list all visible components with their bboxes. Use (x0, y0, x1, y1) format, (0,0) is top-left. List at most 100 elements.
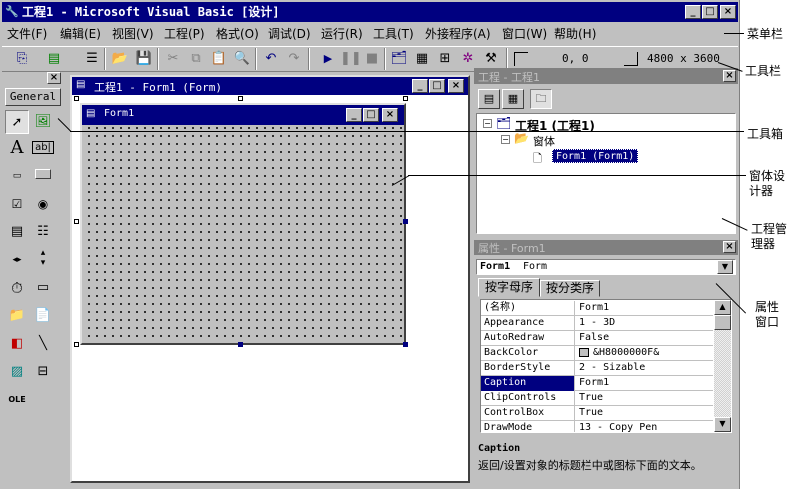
menu-run[interactable]: 运行(R) (321, 25, 363, 43)
tree-expander[interactable]: − (483, 119, 492, 128)
leader-line (724, 33, 744, 34)
property-row[interactable]: DrawMode 13 - Copy Pen (481, 421, 713, 432)
run-icon[interactable]: ▶ (318, 49, 338, 69)
menu-project[interactable]: 工程(P) (164, 25, 205, 43)
menu-window[interactable]: 窗口(W) (502, 25, 547, 43)
open-icon[interactable]: 📂 (110, 49, 130, 69)
label-icon[interactable]: A (5, 136, 29, 160)
drivelistbox-icon[interactable]: ▭ (31, 276, 55, 300)
line-icon[interactable]: ╲ (31, 332, 55, 356)
scroll-down-icon[interactable]: ▼ (714, 417, 731, 432)
property-value[interactable]: Form1 (576, 301, 712, 316)
vscrollbar-icon[interactable]: ▴ ▾ (31, 248, 55, 272)
property-row[interactable]: BackColor &H8000000F& (481, 346, 713, 361)
dirlistbox-icon[interactable]: 📁 (5, 304, 29, 328)
toolbox-icon[interactable]: ⚒ (481, 49, 501, 69)
checkbox-icon[interactable]: ☑ (5, 192, 29, 216)
menu-format[interactable]: 格式(O) (216, 25, 259, 43)
property-value[interactable]: 2 - Sizable (576, 361, 712, 376)
menu-help[interactable]: 帮助(H) (554, 25, 596, 43)
property-row[interactable]: Caption Form1 (481, 376, 713, 391)
menu-file[interactable]: 文件(F) (7, 25, 47, 43)
view-object-button[interactable]: ▦ (502, 89, 524, 109)
toolbar-separator (104, 48, 106, 70)
menu-edit[interactable]: 编辑(E) (60, 25, 101, 43)
find-icon[interactable]: 🔍 (232, 49, 252, 69)
designer-close-button[interactable]: × (448, 79, 464, 93)
property-row[interactable]: AutoRedraw False (481, 331, 713, 346)
listbox-icon[interactable]: ☷ (31, 220, 55, 244)
menu-view[interactable]: 视图(V) (112, 25, 154, 43)
scroll-thumb[interactable] (714, 315, 731, 330)
paste-icon[interactable]: 📋 (209, 49, 229, 69)
property-row[interactable]: ControlBox True (481, 406, 713, 421)
optionbutton-icon[interactable]: ◉ (31, 192, 55, 216)
designer-minimize-button[interactable]: _ (412, 79, 428, 93)
combobox-icon[interactable]: ▤ (5, 220, 29, 244)
timer-icon[interactable]: ⏱ (5, 276, 29, 300)
properties-scrollbar[interactable]: ▲ ▼ (714, 300, 731, 432)
property-row[interactable]: ClipControls True (481, 391, 713, 406)
form1-tree-item[interactable]: Form1 (Form1) (552, 149, 639, 163)
pointer-icon[interactable]: ➚ (5, 110, 29, 134)
object-dropdown[interactable]: Form1 Form ▼ (476, 259, 736, 275)
sizing-handle[interactable] (238, 342, 243, 347)
object-browser-icon[interactable]: ✲ (458, 49, 478, 69)
ole-icon[interactable]: OLE (5, 388, 29, 412)
tree-expander[interactable]: − (501, 135, 510, 144)
cut-icon[interactable]: ✂ (163, 49, 183, 69)
property-value[interactable]: True (576, 406, 712, 421)
add-form-icon[interactable]: ▤ (44, 49, 64, 69)
undo-icon[interactable]: ↶ (261, 49, 281, 69)
project-close-button[interactable]: × (723, 70, 736, 82)
property-row[interactable]: Appearance 1 - 3D (481, 316, 713, 331)
tab-categorized[interactable]: 按分类序 (540, 280, 600, 297)
shape-icon[interactable]: ◧ (5, 332, 29, 356)
redo-icon[interactable]: ↷ (284, 49, 304, 69)
menu-debug[interactable]: 调试(D) (268, 25, 311, 43)
menu-editor-icon[interactable]: ☰ (82, 49, 102, 69)
maximize-button[interactable]: □ (702, 5, 718, 19)
property-row[interactable]: BorderStyle 2 - Sizable (481, 361, 713, 376)
form1-canvas[interactable]: ▤ Form1 _ □ × (80, 103, 406, 345)
form-layout-icon[interactable]: ⊞ (435, 49, 455, 69)
property-row[interactable]: (名称) Form1 (481, 301, 713, 316)
toolbox-tab-general[interactable]: General (5, 88, 61, 106)
add-project-icon[interactable]: ⎘ (12, 49, 32, 69)
save-icon[interactable]: 💾 (134, 49, 154, 69)
properties-window-icon[interactable]: ▦ (412, 49, 432, 69)
forms-folder-label[interactable]: 窗体 (533, 133, 555, 149)
project-explorer-icon[interactable]: 🗂 (389, 49, 409, 69)
property-value[interactable]: &H8000000F& (576, 346, 712, 361)
picturebox-icon[interactable]: 🖼 (31, 110, 55, 134)
filelistbox-icon[interactable]: 📄 (31, 304, 55, 328)
property-value[interactable]: 1 - 3D (576, 316, 712, 331)
property-value[interactable]: 13 - Copy Pen (576, 421, 712, 432)
scroll-up-icon[interactable]: ▲ (714, 300, 731, 315)
view-code-button[interactable]: ▤ (478, 89, 500, 109)
property-value[interactable]: False (576, 331, 712, 346)
minimize-button[interactable]: _ (685, 5, 701, 19)
toggle-folders-button[interactable]: 🗀 (530, 89, 552, 109)
close-button[interactable]: × (720, 5, 736, 19)
pause-icon[interactable]: ❚❚ (340, 49, 362, 69)
stop-icon[interactable]: ■ (362, 49, 382, 69)
properties-close-button[interactable]: × (723, 241, 736, 253)
property-value[interactable]: True (576, 391, 712, 406)
menu-tools[interactable]: 工具(T) (373, 25, 414, 43)
chevron-down-icon[interactable]: ▼ (717, 260, 733, 274)
image-icon[interactable]: ▨ (5, 360, 29, 384)
frame-icon[interactable]: ▭ (5, 164, 29, 188)
sizing-handle[interactable] (403, 342, 408, 347)
data-icon[interactable]: ⊟ (31, 360, 55, 384)
textbox-icon[interactable]: ab| (31, 136, 55, 160)
menu-addins[interactable]: 外接程序(A) (425, 25, 491, 43)
toolbox-close-button[interactable]: × (47, 72, 61, 84)
designer-maximize-button[interactable]: □ (429, 79, 445, 93)
commandbutton-icon[interactable] (31, 164, 55, 188)
tab-alphabetic[interactable]: 按字母序 (478, 278, 540, 297)
hscrollbar-icon[interactable]: ◂▸ (5, 248, 29, 272)
copy-icon[interactable]: ⧉ (186, 49, 206, 69)
property-value[interactable]: Form1 (576, 376, 712, 391)
sizing-handle[interactable] (403, 219, 408, 224)
